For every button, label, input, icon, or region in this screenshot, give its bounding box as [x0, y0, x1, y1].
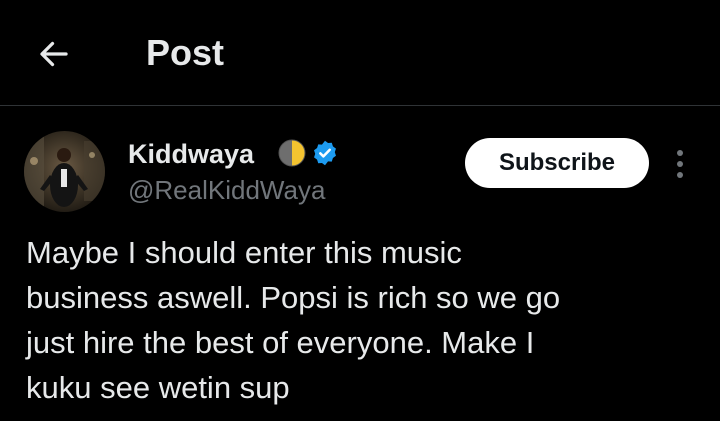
post-text-line: just hire the best of everyone. Make I	[26, 325, 535, 360]
post-text-line: business aswell. Popsi is rich so we go	[26, 280, 561, 315]
author-badges	[278, 139, 339, 167]
post-text-line: kuku see wetin sup	[26, 370, 290, 405]
verified-check-icon	[314, 140, 336, 166]
profile-photo	[24, 131, 105, 212]
post-text-line: Maybe I should enter this music	[26, 235, 462, 270]
more-vertical-icon	[677, 150, 683, 178]
author-handle[interactable]: @RealKiddWaya	[128, 172, 325, 208]
subscribe-button[interactable]: Subscribe	[465, 138, 649, 188]
back-button[interactable]	[30, 30, 78, 78]
top-app-bar: Post	[0, 0, 720, 106]
arrow-left-icon	[40, 41, 68, 67]
post-text: Maybe I should enter this music business…	[26, 230, 696, 410]
more-options-button[interactable]	[664, 146, 696, 182]
author-display-name[interactable]: Kiddwaya	[128, 136, 254, 172]
moon-half-icon	[278, 139, 306, 167]
page-title: Post	[146, 32, 225, 73]
avatar[interactable]	[24, 131, 105, 212]
